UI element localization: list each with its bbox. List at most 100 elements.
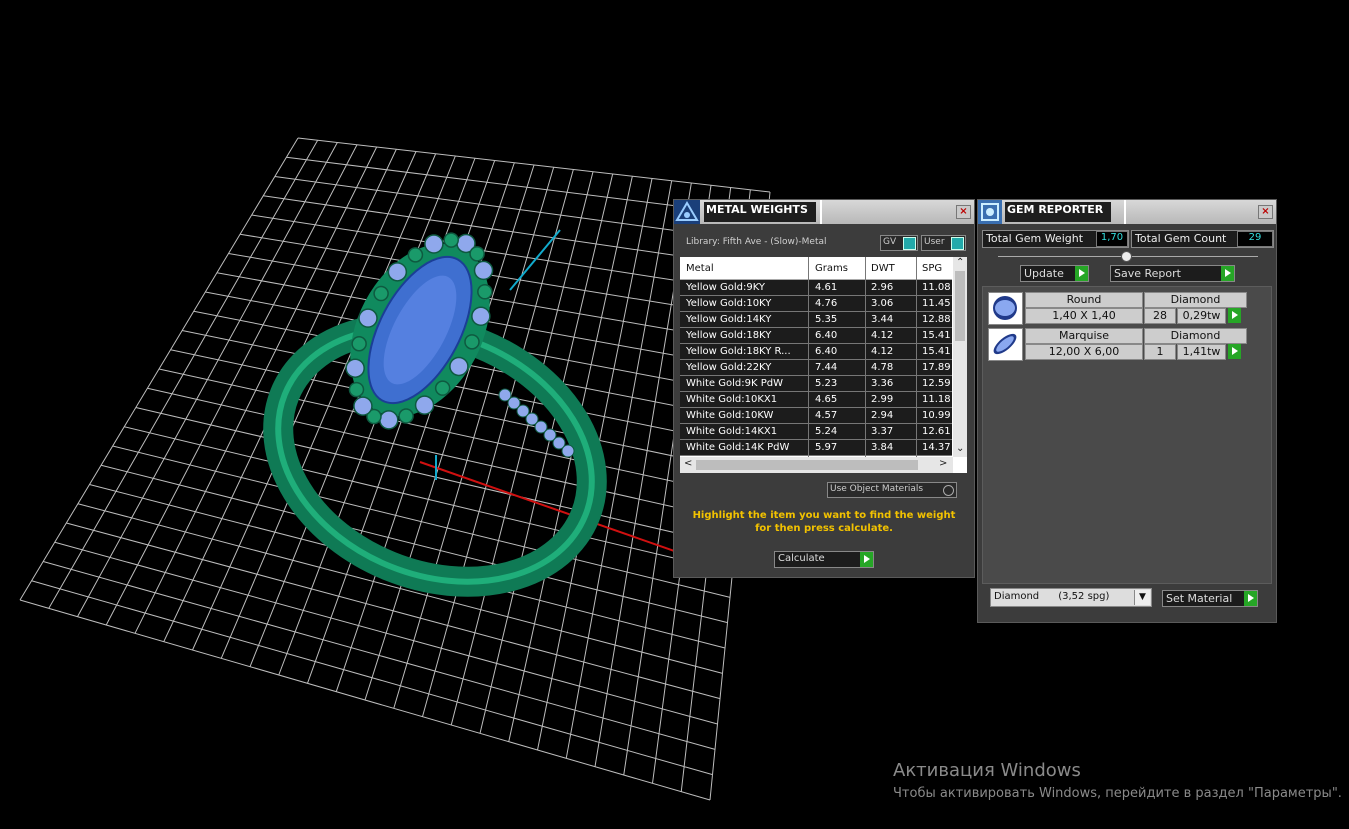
dwt-value: 4.78: [871, 362, 894, 373]
scroll-down-icon[interactable]: ⌄: [956, 443, 964, 454]
gem-size: 1,40 X 1,40: [1025, 308, 1143, 324]
table-row[interactable]: Yellow Gold:14KY 5.35 3.44 12.88: [680, 312, 952, 328]
column-separator: [808, 257, 809, 457]
prong-stone: [449, 356, 469, 377]
save-report-label: Save Report: [1114, 267, 1181, 280]
dwt-value: 4.12: [871, 346, 894, 357]
radio-icon: [943, 485, 954, 496]
grams-value: 6.40: [815, 346, 838, 357]
prong-stone: [379, 410, 399, 430]
grams-value: 4.65: [815, 394, 838, 405]
metal-weights-panel: METAL WEIGHTS × Library: Fifth Ave - (Sl…: [673, 199, 975, 578]
table-row[interactable]: White Gold:14K PdW 5.97 3.84 14.37: [680, 440, 952, 456]
use-object-materials-toggle[interactable]: Use Object Materials: [827, 482, 957, 498]
gem-select-button[interactable]: [1228, 308, 1241, 323]
prong-stone: [345, 358, 365, 378]
metal-name: White Gold:10KW: [686, 410, 774, 421]
ground-grid: [19, 137, 771, 801]
chevron-down-icon[interactable]: ▼: [1134, 590, 1150, 605]
gem-reporter-icon: [978, 200, 1002, 224]
metal-name: White Gold:14KX1: [686, 426, 778, 437]
scroll-left-icon[interactable]: <: [684, 458, 692, 469]
material-select[interactable]: Diamond (3,52 spg) ▼: [990, 588, 1152, 607]
prong-stone: [353, 396, 373, 416]
table-row[interactable]: White Gold:14KX1 5.24 3.37 12.61: [680, 424, 952, 440]
gem-select-button[interactable]: [1228, 344, 1241, 359]
play-icon: [1244, 591, 1257, 606]
play-icon: [1221, 266, 1234, 281]
table-row[interactable]: White Gold:10KX1 4.65 2.99 11.18: [680, 392, 952, 408]
grams-value: 4.57: [815, 410, 838, 421]
y-axis-line: [509, 229, 561, 291]
update-button[interactable]: Update: [1020, 265, 1089, 282]
table-row[interactable]: Yellow Gold:18KY 6.40 4.12 15.41: [680, 328, 952, 344]
metal-name: White Gold:14K PdW: [686, 442, 790, 453]
gem-shape: Round: [1025, 292, 1143, 308]
set-material-button[interactable]: Set Material: [1162, 590, 1258, 607]
play-icon: [860, 552, 873, 567]
prong-stone: [469, 246, 485, 262]
metal-weights-titlebar[interactable]: METAL WEIGHTS ×: [674, 200, 974, 224]
gem-shape: Marquise: [1025, 328, 1143, 344]
dwt-value: 4.12: [871, 330, 894, 341]
table-row[interactable]: White Gold:9K PdW 5.23 3.36 12.59: [680, 376, 952, 392]
table-row[interactable]: Yellow Gold:22KY 7.44 4.78 17.89: [680, 360, 952, 376]
grams-value: 5.24: [815, 426, 838, 437]
grams-value: 5.97: [815, 442, 838, 453]
user-toggle[interactable]: User: [921, 235, 966, 251]
size-slider-knob[interactable]: [1121, 251, 1132, 262]
prong-stone: [443, 232, 459, 248]
metal-table[interactable]: Metal Grams DWT SPG Yellow Gold:9KY 4.61 2…: [680, 257, 967, 473]
grams-value: 7.44: [815, 362, 838, 373]
scroll-right-icon[interactable]: >: [939, 458, 947, 469]
table-row[interactable]: Yellow Gold:9KY 4.61 2.96 11.08: [680, 280, 952, 296]
dwt-value: 2.96: [871, 282, 894, 293]
gem-reporter-titlebar[interactable]: GEM REPORTER ×: [978, 200, 1276, 224]
gem-count: 1: [1144, 344, 1176, 360]
dwt-value: 3.36: [871, 378, 894, 389]
gv-toggle[interactable]: GV: [880, 235, 918, 251]
round-gem-icon: [988, 292, 1023, 325]
toggle-knob-icon: [951, 237, 964, 250]
metal-name: Yellow Gold:22KY: [686, 362, 772, 373]
save-report-button[interactable]: Save Report: [1110, 265, 1235, 282]
close-icon[interactable]: ×: [1258, 205, 1273, 219]
column-header-metal[interactable]: Metal: [686, 263, 714, 274]
library-label: Library: Fifth Ave - (Slow)-Metal: [686, 237, 827, 247]
prong-stone: [358, 308, 378, 328]
metal-name: Yellow Gold:18KY: [686, 330, 772, 341]
dwt-value: 2.99: [871, 394, 894, 405]
prong-stone: [434, 380, 451, 396]
total-gem-count-box: Total Gem Count 29: [1131, 230, 1274, 248]
ring-model[interactable]: [240, 220, 630, 627]
metal-name: Yellow Gold:18KY R...: [686, 346, 791, 357]
table-row[interactable]: Yellow Gold:10KY 4.76 3.06 11.45: [680, 296, 952, 312]
column-header-dwt[interactable]: DWT: [871, 263, 895, 274]
calculate-button[interactable]: Calculate: [774, 551, 874, 568]
calculate-label: Calculate: [778, 553, 825, 564]
vertical-scrollbar[interactable]: ⌃ ⌄: [953, 257, 967, 457]
hint-text: Highlight the item you want to find the …: [684, 509, 964, 535]
column-header-grams[interactable]: Grams: [815, 263, 848, 274]
horizontal-scrollbar[interactable]: < >: [680, 457, 953, 473]
column-header-spg[interactable]: SPG: [922, 263, 942, 274]
gem-weight: 1,41tw: [1177, 344, 1226, 360]
table-row[interactable]: White Gold:10KW 4.57 2.94 10.99: [680, 408, 952, 424]
grams-value: 5.35: [815, 314, 838, 325]
scroll-thumb[interactable]: [696, 460, 918, 470]
dwt-value: 3.84: [871, 442, 894, 453]
marquise-gem-icon: [988, 328, 1023, 361]
metal-name: White Gold:9K PdW: [686, 378, 783, 389]
title-divider: [1124, 200, 1126, 224]
prong-stone: [473, 260, 494, 281]
gv-toggle-label: GV: [883, 237, 897, 247]
total-gem-count-label: Total Gem Count: [1135, 232, 1227, 245]
scroll-thumb[interactable]: [955, 271, 965, 341]
dwt-value: 3.37: [871, 426, 894, 437]
activation-watermark-text: Чтобы активировать Windows, перейдите в …: [893, 786, 1342, 801]
close-icon[interactable]: ×: [956, 205, 971, 219]
scroll-up-icon[interactable]: ⌃: [956, 257, 964, 268]
prong-stone: [424, 234, 444, 254]
user-toggle-label: User: [924, 237, 945, 247]
table-row[interactable]: Yellow Gold:18KY R... 6.40 4.12 15.41: [680, 344, 952, 360]
